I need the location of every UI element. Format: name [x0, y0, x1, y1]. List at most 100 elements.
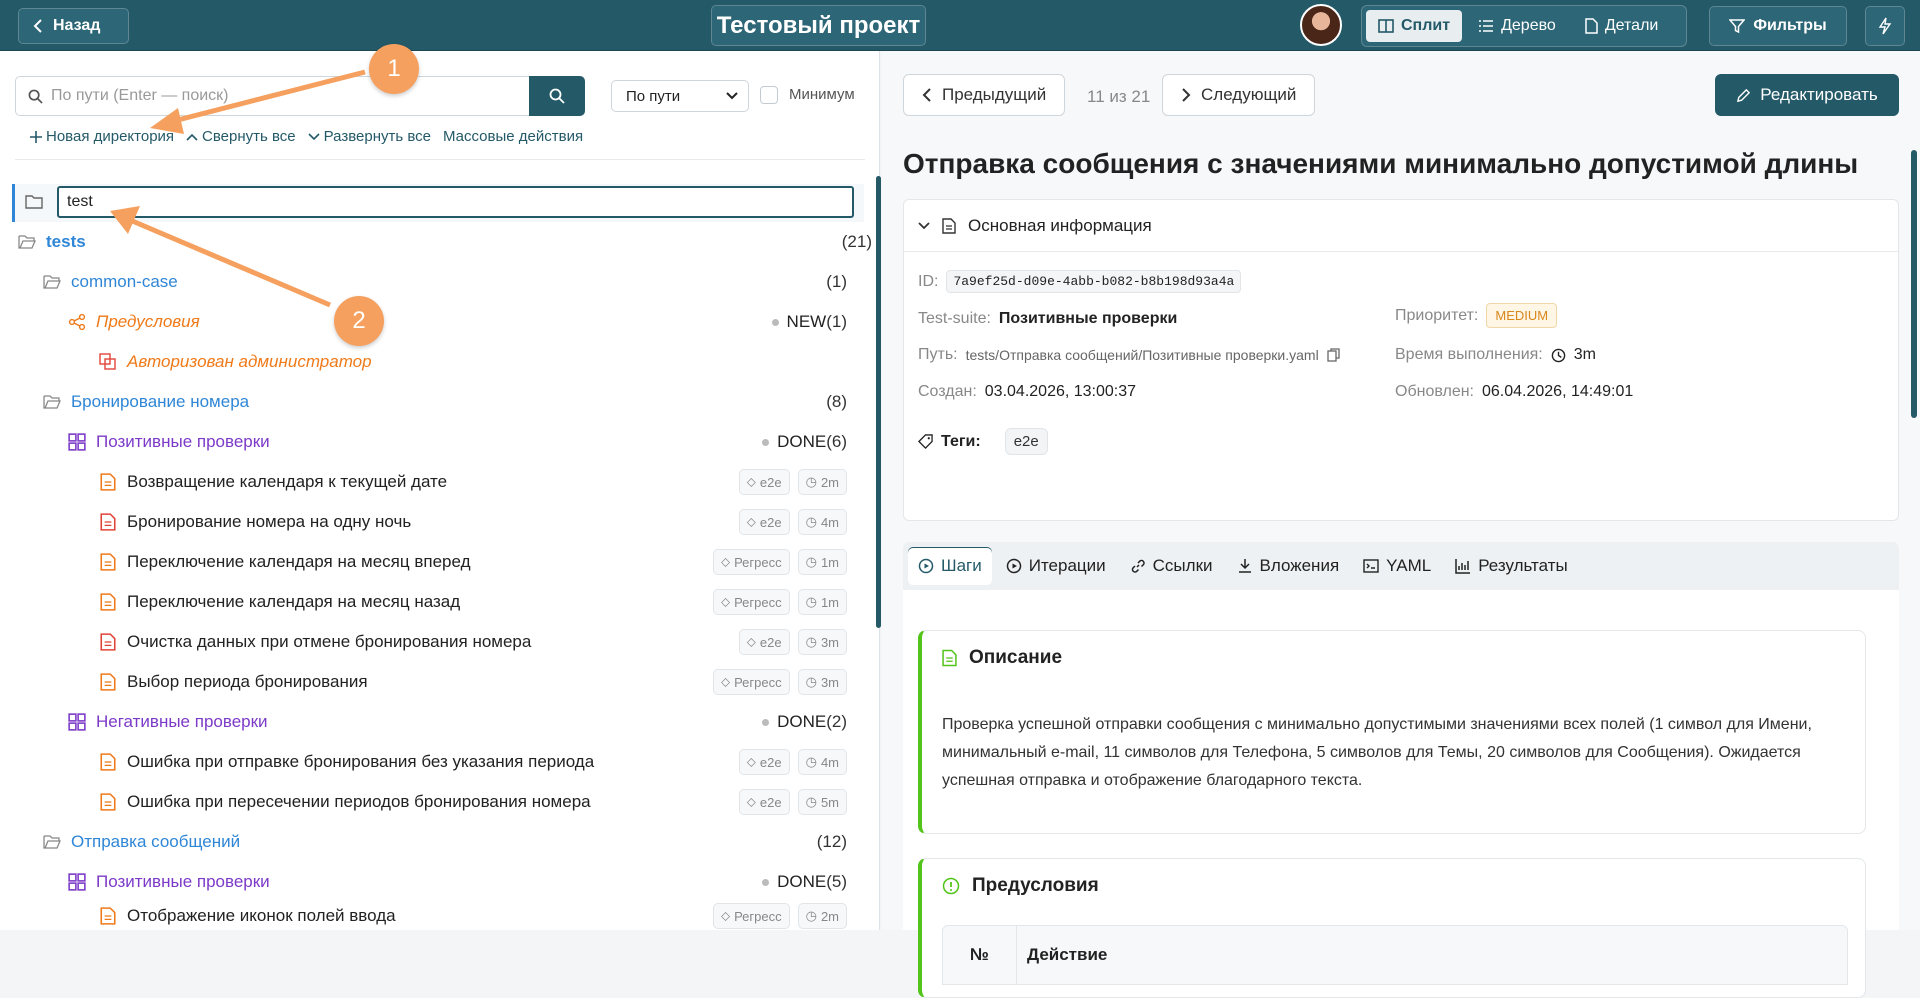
- view-switcher: Сплит Дерево Детали: [1361, 5, 1687, 47]
- view-details-button[interactable]: Детали: [1572, 10, 1671, 42]
- tag-text: Регресс: [734, 908, 782, 924]
- tab-results[interactable]: Результаты: [1445, 547, 1578, 585]
- tab-attachments[interactable]: Вложения: [1227, 547, 1350, 585]
- view-tree-button[interactable]: Дерево: [1466, 10, 1568, 42]
- tag-text: e2e: [759, 754, 782, 770]
- tag-icon: ⬦: [746, 754, 756, 769]
- test-case-label: Ошибка при отправке бронирования без ука…: [127, 752, 595, 771]
- tree-suite-booking-negative[interactable]: Негативные проверки DONE (2): [68, 702, 855, 742]
- tag-icon: ⬦: [720, 594, 731, 609]
- suite-value: Позитивные проверки: [998, 310, 1178, 327]
- tree-suite-messages-positive[interactable]: Позитивные проверки DONE (5): [68, 862, 855, 902]
- suite-label: Test-suite:: [918, 310, 991, 327]
- tag-chip: ⬦ e2e: [738, 789, 790, 815]
- tree-suite-booking-positive[interactable]: Позитивные проверки DONE (6): [68, 422, 855, 462]
- duration-value: 3m: [1573, 346, 1596, 363]
- details-scrollbar[interactable]: [1911, 150, 1917, 418]
- details-panel: Предыдущий 11 из 21 Следующий Редактиров…: [882, 51, 1920, 998]
- download-icon: [1238, 559, 1251, 573]
- duration-label: Время выполнения:: [1395, 346, 1543, 363]
- clock-icon: ◷: [805, 674, 817, 689]
- description-section: Описание Проверка успешной отправки сооб…: [918, 630, 1866, 834]
- tree-dir-messages[interactable]: Отправка сообщений (12): [43, 822, 855, 862]
- tree-label: Негативные проверки: [96, 712, 268, 731]
- avatar[interactable]: [1300, 4, 1342, 46]
- grid-icon: [68, 873, 86, 891]
- tag-icon: ⬦: [746, 514, 756, 529]
- next-button[interactable]: Следующий: [1162, 74, 1316, 116]
- document-icon: [942, 649, 957, 667]
- time-text: 1m: [820, 554, 839, 570]
- test-case-row[interactable]: Ошибка при отправке бронирования без ука…: [99, 742, 855, 782]
- main-info-header[interactable]: Основная информация: [904, 200, 1898, 252]
- tab-label: Ссылки: [1152, 556, 1213, 575]
- status-text: DONE: [777, 432, 827, 451]
- tag-chip[interactable]: e2e: [1004, 428, 1048, 455]
- main-info-title: Основная информация: [968, 215, 1152, 235]
- clock-icon: [1551, 348, 1566, 362]
- updated-value: 06.04.2026, 14:49:01: [1482, 383, 1634, 400]
- tab-label: Шаги: [941, 556, 982, 575]
- tree-label: Позитивные проверки: [96, 872, 270, 891]
- view-split-button[interactable]: Сплит: [1366, 10, 1463, 42]
- tag-icon: ⬦: [720, 554, 731, 569]
- tab-steps[interactable]: Шаги: [908, 547, 992, 585]
- tab-content: Описание Проверка успешной отправки сооб…: [903, 590, 1899, 998]
- tag-chip: ⬦ e2e: [738, 629, 790, 655]
- duration-field: Время выполнения: 3m: [1395, 346, 1596, 364]
- view-split-label: Сплит: [1401, 17, 1451, 34]
- test-case-row[interactable]: Выбор периода бронирования ⬦ Регресс ◷ 3m: [99, 662, 855, 702]
- tag-icon: ⬦: [746, 634, 756, 649]
- quick-actions-button[interactable]: [1865, 6, 1905, 46]
- priority-badge: MEDIUM: [1486, 303, 1558, 328]
- split-icon: [1378, 19, 1394, 33]
- document-icon: [100, 633, 116, 651]
- test-case-row[interactable]: Переключение календаря на месяц назад ⬦ Р…: [99, 582, 855, 622]
- link-icon: [1131, 559, 1145, 573]
- time-chip: ◷ 2m: [797, 903, 847, 929]
- test-case-row[interactable]: Очистка данных при отмене бронирования н…: [99, 622, 855, 662]
- test-case-row[interactable]: Отображение иконок полей ввода ⬦ Регресс …: [99, 902, 855, 930]
- test-case-row[interactable]: Бронирование номера на одну ночь ⬦ e2e ◷ 4…: [99, 502, 855, 542]
- copy-icon[interactable]: [1327, 348, 1341, 362]
- grid-icon: [68, 433, 86, 451]
- document-icon: [1585, 18, 1598, 34]
- edit-button[interactable]: Редактировать: [1715, 74, 1899, 116]
- id-value[interactable]: 7a9ef25d-d09e-4abb-b082-b8b198d93a4a: [946, 270, 1242, 293]
- description-title: Описание: [969, 647, 1063, 668]
- lightning-icon: [1878, 17, 1892, 35]
- tag-chip: ⬦ e2e: [738, 749, 790, 775]
- pager-text: 11 из 21: [1087, 87, 1151, 106]
- status-badge: DONE: [762, 712, 826, 732]
- tag-text: Регресс: [734, 554, 782, 570]
- tab-yaml[interactable]: YAML: [1353, 547, 1441, 585]
- chevron-left-icon: [922, 88, 931, 102]
- detail-tabs: Шаги Итерации Ссылки Вложения YAML Резул…: [903, 542, 1899, 590]
- created-field: Создан: 03.04.2026, 13:00:37: [918, 383, 1136, 401]
- play-circle-icon: [918, 558, 934, 574]
- chevron-right-icon: [1182, 88, 1191, 102]
- updated-label: Обновлен:: [1395, 383, 1474, 400]
- test-case-label: Выбор периода бронирования: [127, 672, 368, 691]
- folder-open-icon: [43, 395, 61, 409]
- tree-dir-booking[interactable]: Бронирование номера (8): [43, 382, 855, 422]
- time-text: 4m: [820, 514, 839, 530]
- tags-label: Теги:: [941, 432, 981, 450]
- tag-chip: ⬦ Регресс: [712, 903, 790, 929]
- test-case-row[interactable]: Ошибка при пересечении периодов брониров…: [99, 782, 855, 822]
- previous-button[interactable]: Предыдущий: [903, 74, 1066, 116]
- play-circle-icon: [1006, 558, 1021, 574]
- tree-precondition-item[interactable]: Авторизован администратор: [99, 342, 855, 382]
- tree-count: (2): [826, 712, 847, 731]
- time-chip: ◷ 1m: [797, 549, 847, 575]
- created-value: 03.04.2026, 13:00:37: [984, 383, 1137, 400]
- filters-button[interactable]: Фильтры: [1709, 6, 1847, 46]
- tab-links[interactable]: Ссылки: [1120, 547, 1223, 585]
- id-field: ID: 7a9ef25d-d09e-4abb-b082-b8b198d93a4a: [918, 270, 1242, 293]
- test-case-row[interactable]: Возвращение календаря к текущей дате ⬦ e2…: [99, 462, 855, 502]
- tag-icon: ⬦: [746, 474, 756, 489]
- tab-iterations[interactable]: Итерации: [996, 547, 1116, 585]
- test-case-label: Возвращение календаря к текущей дате: [127, 472, 448, 491]
- test-case-row[interactable]: Переключение календаря на месяц вперед ⬦…: [99, 542, 855, 582]
- chevron-down-icon: [918, 221, 930, 229]
